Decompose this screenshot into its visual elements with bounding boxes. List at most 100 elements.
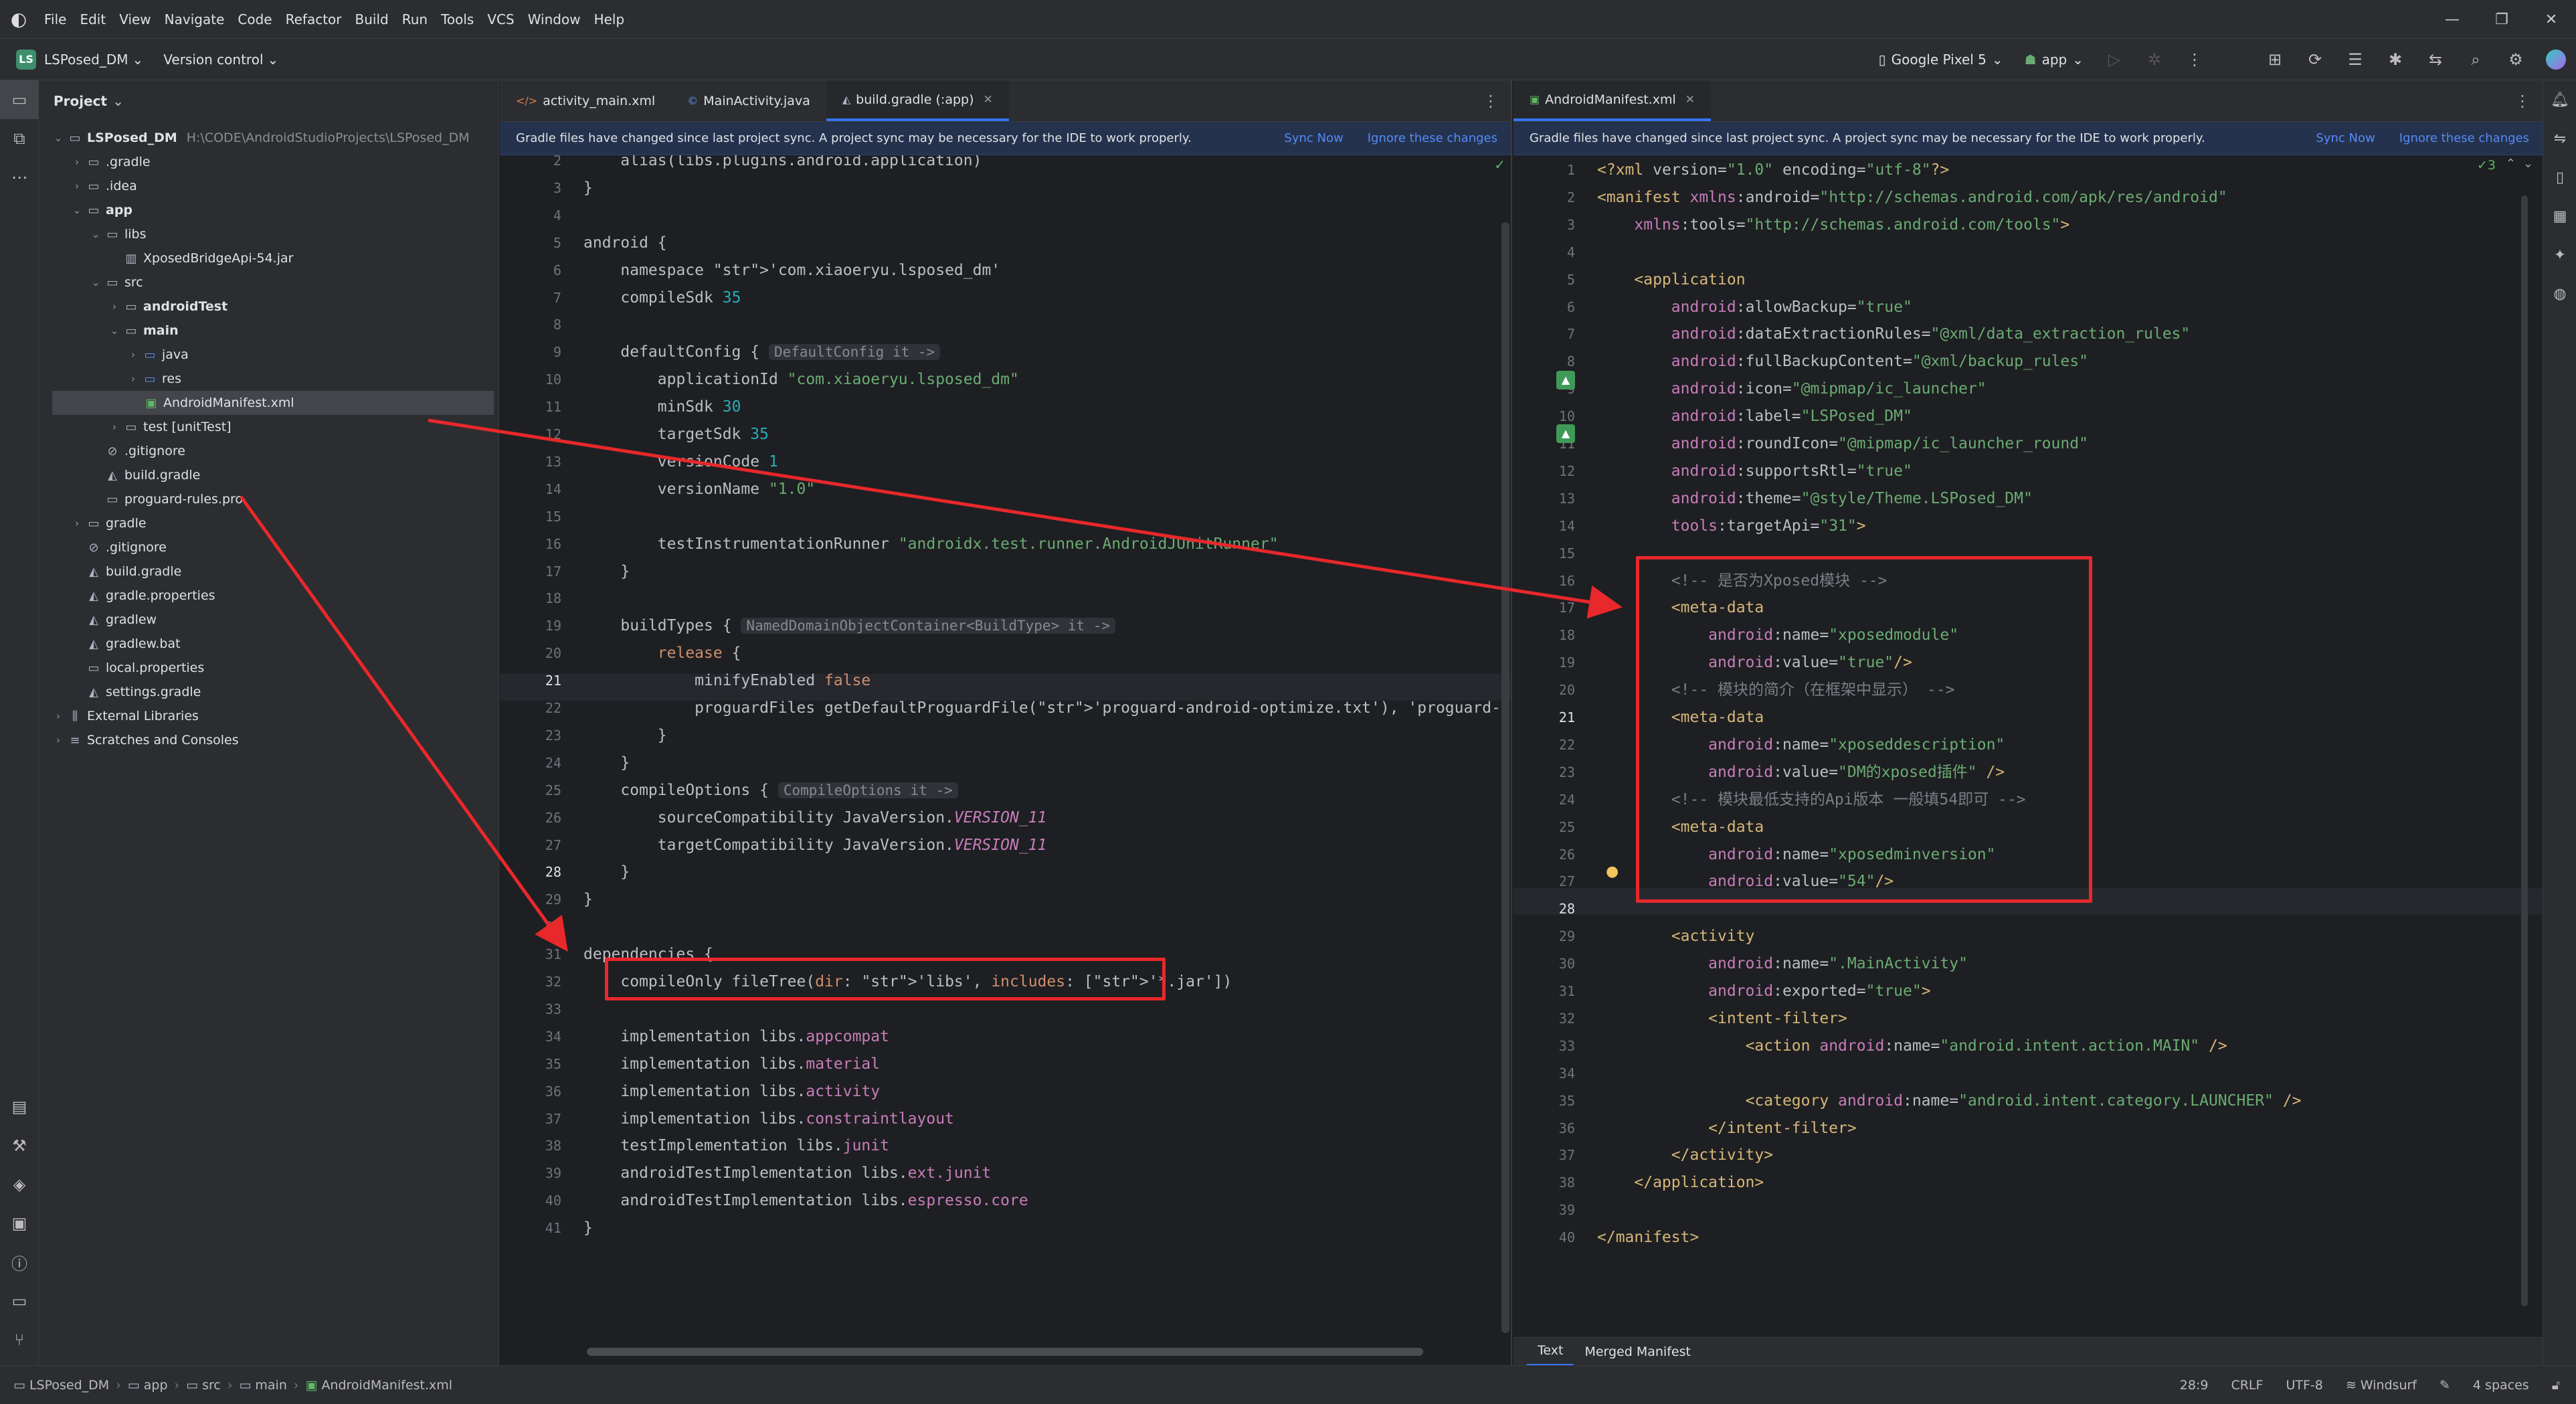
emulator-icon[interactable]: ▣: [0, 1204, 39, 1243]
device-manager-icon[interactable]: ⊞: [2255, 39, 2295, 80]
sync-gradle-icon[interactable]: ⇆: [2415, 39, 2456, 80]
layout-inspector-icon[interactable]: ☰: [2335, 39, 2375, 80]
breadcrumb-item[interactable]: ▭ main: [239, 1378, 286, 1393]
breadcrumb-item[interactable]: ▭ app: [128, 1378, 168, 1393]
line-separator[interactable]: CRLF: [2231, 1378, 2263, 1393]
sync-now-link[interactable]: Sync Now: [1284, 131, 1343, 145]
copilot-icon[interactable]: ◍: [2543, 274, 2576, 313]
chevron-down-icon[interactable]: ⌄: [88, 276, 103, 288]
notifications-icon[interactable]: 🔔︎: [2543, 80, 2576, 119]
tree-row-androidmanifest-xml[interactable]: ▣ AndroidManifest.xml: [52, 391, 494, 415]
tree-row-xposedbridgeapi-54-jar[interactable]: ▥ XposedBridgeApi-54.jar: [107, 246, 293, 270]
tree-row-external-libraries[interactable]: › ⫼ External Libraries: [51, 704, 199, 728]
problems-icon[interactable]: ⓘ: [0, 1243, 39, 1282]
chevron-up-icon[interactable]: ⌃: [2506, 157, 2516, 171]
scrollbar[interactable]: [587, 1348, 1423, 1356]
tree-row--gitignore[interactable]: ⊘ .gitignore: [70, 535, 166, 559]
tree-row-gradle[interactable]: › ▭ gradle: [70, 511, 147, 535]
menu-item-edit[interactable]: Edit: [73, 11, 112, 27]
tree-row-settings-gradle[interactable]: ◭ settings.gradle: [70, 680, 201, 704]
menu-item-build[interactable]: Build: [349, 11, 395, 27]
logcat-icon[interactable]: ▤: [0, 1087, 39, 1126]
tree-row-lsposed-dm[interactable]: ⌄ ▭ LSPosed_DM H:\CODE\AndroidStudioProject…: [51, 126, 470, 150]
run-icon[interactable]: ▷: [2094, 39, 2134, 80]
tree-row-main[interactable]: ⌄ ▭ main: [107, 319, 179, 343]
restore-icon[interactable]: ❐: [2477, 0, 2526, 39]
gradle-code-area[interactable]: 2 3 4 5 6 7 8 9 10 11 12 13 14 15 16 17 18 19 20 21 22 23 24 25…: [500, 155, 1511, 1365]
chevron-down-icon[interactable]: ⌄: [70, 204, 84, 216]
more-horizontal-icon[interactable]: ⋯: [0, 158, 39, 197]
inspection-badge[interactable]: ✓3: [2477, 158, 2496, 173]
tree-row-local-properties[interactable]: ▭ local.properties: [70, 656, 204, 680]
app-inspection-icon[interactable]: ⟳: [2295, 39, 2335, 80]
chevron-right-icon[interactable]: ›: [51, 734, 66, 746]
tab-androidmanifest-xml[interactable]: ▣ AndroidManifest.xml ✕: [1513, 80, 1711, 121]
tree-row-java[interactable]: › ▭ java: [126, 343, 189, 367]
bulb-icon[interactable]: ●: [1606, 863, 1619, 880]
close-icon[interactable]: ✕: [2526, 0, 2576, 39]
lock-icon[interactable]: 🔓︎: [2552, 1378, 2560, 1393]
chevron-right-icon[interactable]: ›: [126, 373, 141, 385]
app-logo-icon[interactable]: ◐: [0, 0, 37, 39]
resource-manager-icon[interactable]: ▦: [2543, 197, 2576, 236]
tree-row-src[interactable]: ⌄ ▭ src: [88, 270, 143, 294]
folder-icon[interactable]: ▭: [0, 80, 39, 119]
device-explorer-icon[interactable]: ▯: [2543, 158, 2576, 197]
app-quality-icon[interactable]: ◈: [0, 1165, 39, 1204]
tree-row-gradlew[interactable]: ◭ gradlew: [70, 608, 157, 632]
tab-mainactivity-java[interactable]: © MainActivity.java: [671, 80, 826, 121]
chevron-down-icon[interactable]: ⌄: [2523, 157, 2533, 171]
terminal-icon[interactable]: ▭: [0, 1282, 39, 1320]
menu-item-code[interactable]: Code: [231, 11, 278, 27]
tree-row-libs[interactable]: ⌄ ▭ libs: [88, 222, 147, 246]
chevron-down-icon[interactable]: ⌄: [51, 132, 66, 144]
chevron-right-icon[interactable]: ›: [107, 421, 122, 433]
android-icon[interactable]: ▲: [1556, 371, 1575, 389]
close-icon[interactable]: ✕: [1685, 93, 1695, 106]
project-panel-header[interactable]: Project ⌄: [39, 80, 498, 122]
tree-row-androidtest[interactable]: › ▭ androidTest: [107, 294, 227, 319]
tab-build-gradle-app-[interactable]: ◭ build.gradle (:app) ✕: [826, 80, 1009, 121]
menu-item-tools[interactable]: Tools: [434, 11, 480, 27]
indent-setting[interactable]: 4 spaces: [2473, 1378, 2529, 1393]
menu-item-view[interactable]: View: [112, 11, 157, 27]
structure-icon[interactable]: ⧉: [0, 119, 39, 158]
project-switcher[interactable]: LSPosed_DM ⌄: [44, 52, 143, 68]
sync-now-link[interactable]: Sync Now: [2316, 131, 2375, 145]
scrollbar[interactable]: [2521, 195, 2528, 1306]
debug-icon[interactable]: ✲: [2134, 39, 2175, 80]
menu-item-file[interactable]: File: [37, 11, 73, 27]
chevron-down-icon[interactable]: ⌄: [88, 228, 103, 240]
tree-row--gitignore[interactable]: ⊘ .gitignore: [88, 439, 185, 463]
device-selector[interactable]: ▯ Google Pixel 5 ⌄: [1868, 52, 2014, 68]
tree-row-build-gradle[interactable]: ◭ build.gradle: [70, 559, 181, 584]
menu-item-vcs[interactable]: VCS: [480, 11, 521, 27]
chevron-down-icon[interactable]: ⌄: [107, 325, 122, 337]
breadcrumb-item[interactable]: ▭ src: [186, 1378, 221, 1393]
close-icon[interactable]: ✕: [984, 93, 993, 106]
tab-activity-main-xml[interactable]: </> activity_main.xml: [500, 80, 671, 121]
file-encoding[interactable]: UTF-8: [2286, 1378, 2322, 1393]
chevron-right-icon[interactable]: ›: [70, 156, 84, 168]
gear-icon[interactable]: ⚙: [2496, 39, 2536, 80]
tree-row-res[interactable]: › ▭ res: [126, 367, 181, 391]
breadcrumb-item[interactable]: ▣ AndroidManifest.xml: [305, 1378, 452, 1393]
run-config-selector[interactable]: ☗ app ⌄: [2014, 52, 2094, 68]
menu-item-navigate[interactable]: Navigate: [158, 11, 232, 27]
gradle-icon[interactable]: ⇋: [2543, 119, 2576, 158]
menu-item-refactor[interactable]: Refactor: [279, 11, 349, 27]
scrollbar[interactable]: [1501, 222, 1509, 1333]
tree-row-app[interactable]: ⌄ ▭ app: [70, 198, 132, 222]
minimize-icon[interactable]: —: [2427, 0, 2477, 39]
breadcrumb-item[interactable]: ▭ LSPosed_DM: [13, 1378, 109, 1393]
chevron-right-icon[interactable]: ›: [70, 180, 84, 192]
search-icon[interactable]: ⌕: [2456, 39, 2496, 80]
ignore-changes-link[interactable]: Ignore these changes: [2399, 131, 2529, 145]
avatar[interactable]: [2536, 39, 2576, 80]
tree-row-test-unittest-[interactable]: › ▭ test [unitTest]: [107, 415, 232, 439]
android-icon[interactable]: ▲: [1556, 424, 1575, 443]
tab-text[interactable]: Text: [1527, 1338, 1574, 1366]
caret-position[interactable]: 28:9: [2180, 1378, 2209, 1393]
ignore-changes-link[interactable]: Ignore these changes: [1368, 131, 1497, 145]
menu-item-run[interactable]: Run: [395, 11, 434, 27]
